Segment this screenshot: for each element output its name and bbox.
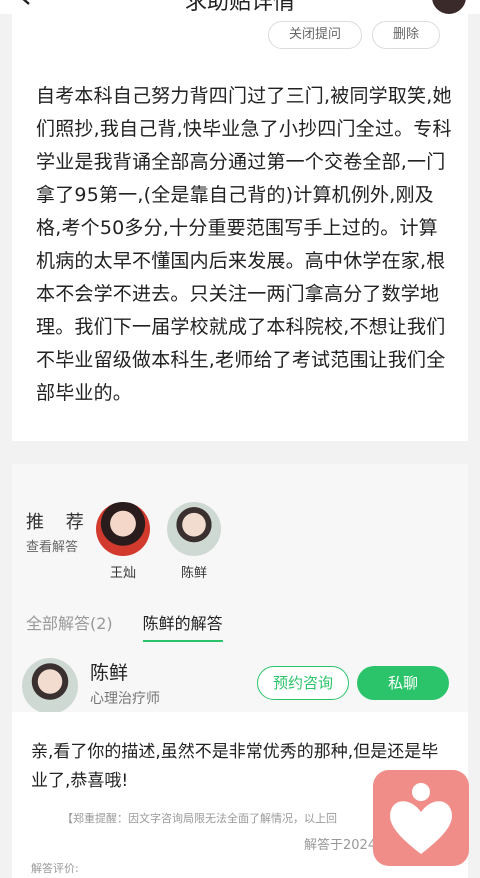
expert-avatar bbox=[96, 502, 150, 556]
question-actions: 关闭提问 删除 bbox=[267, 21, 440, 49]
recommend-expert-1[interactable]: 王灿 bbox=[95, 502, 151, 581]
expert-name: 陈鲜 bbox=[180, 566, 207, 581]
recommend-title: 推 荐 bbox=[26, 512, 92, 533]
floating-help-button[interactable] bbox=[373, 770, 469, 866]
expert-name: 王灿 bbox=[109, 566, 136, 581]
tab-all-answers[interactable]: 全部解答(2) bbox=[26, 602, 113, 642]
recommend-label: 推 荐 查看解答 bbox=[26, 508, 92, 555]
recommend-subtitle: 查看解答 bbox=[26, 540, 79, 555]
answer-date: 解答于2024 bbox=[304, 838, 377, 853]
expert-avatar bbox=[167, 502, 221, 556]
recommend-expert-2[interactable]: 陈鲜 bbox=[166, 502, 222, 581]
tab-expert-answer[interactable]: 陈鲜的解答 bbox=[142, 602, 223, 642]
answer-tabs: 全部解答(2) 陈鲜的解答 bbox=[26, 602, 253, 642]
chat-button[interactable]: 私聊 bbox=[357, 666, 449, 700]
expert-header: 陈鲜 心理治疗师 预约咨询 私聊 bbox=[12, 644, 468, 714]
close-question-button[interactable]: 关闭提问 bbox=[267, 21, 362, 49]
avatar[interactable] bbox=[22, 658, 78, 714]
consult-button[interactable]: 预约咨询 bbox=[257, 666, 349, 700]
rating-label: 解答评价: bbox=[31, 862, 79, 875]
page-title: 求助贴详情 bbox=[184, 0, 295, 14]
question-card: 关闭提问 删除 自考本科自己努力背四门过了三门,被同学取笑,她们照抄,我自己背,… bbox=[12, 14, 468, 441]
top-nav: 求助贴详情 bbox=[0, 0, 480, 14]
expert-title: 心理治疗师 bbox=[90, 691, 160, 707]
question-text: 自考本科自己努力背四门过了三门,被同学取笑,她们照抄,我自己背,快毕业急了小抄四… bbox=[36, 85, 452, 404]
expert-name[interactable]: 陈鲜 bbox=[90, 658, 128, 685]
heart-person-icon bbox=[390, 783, 452, 854]
delete-button[interactable]: 删除 bbox=[371, 21, 440, 49]
